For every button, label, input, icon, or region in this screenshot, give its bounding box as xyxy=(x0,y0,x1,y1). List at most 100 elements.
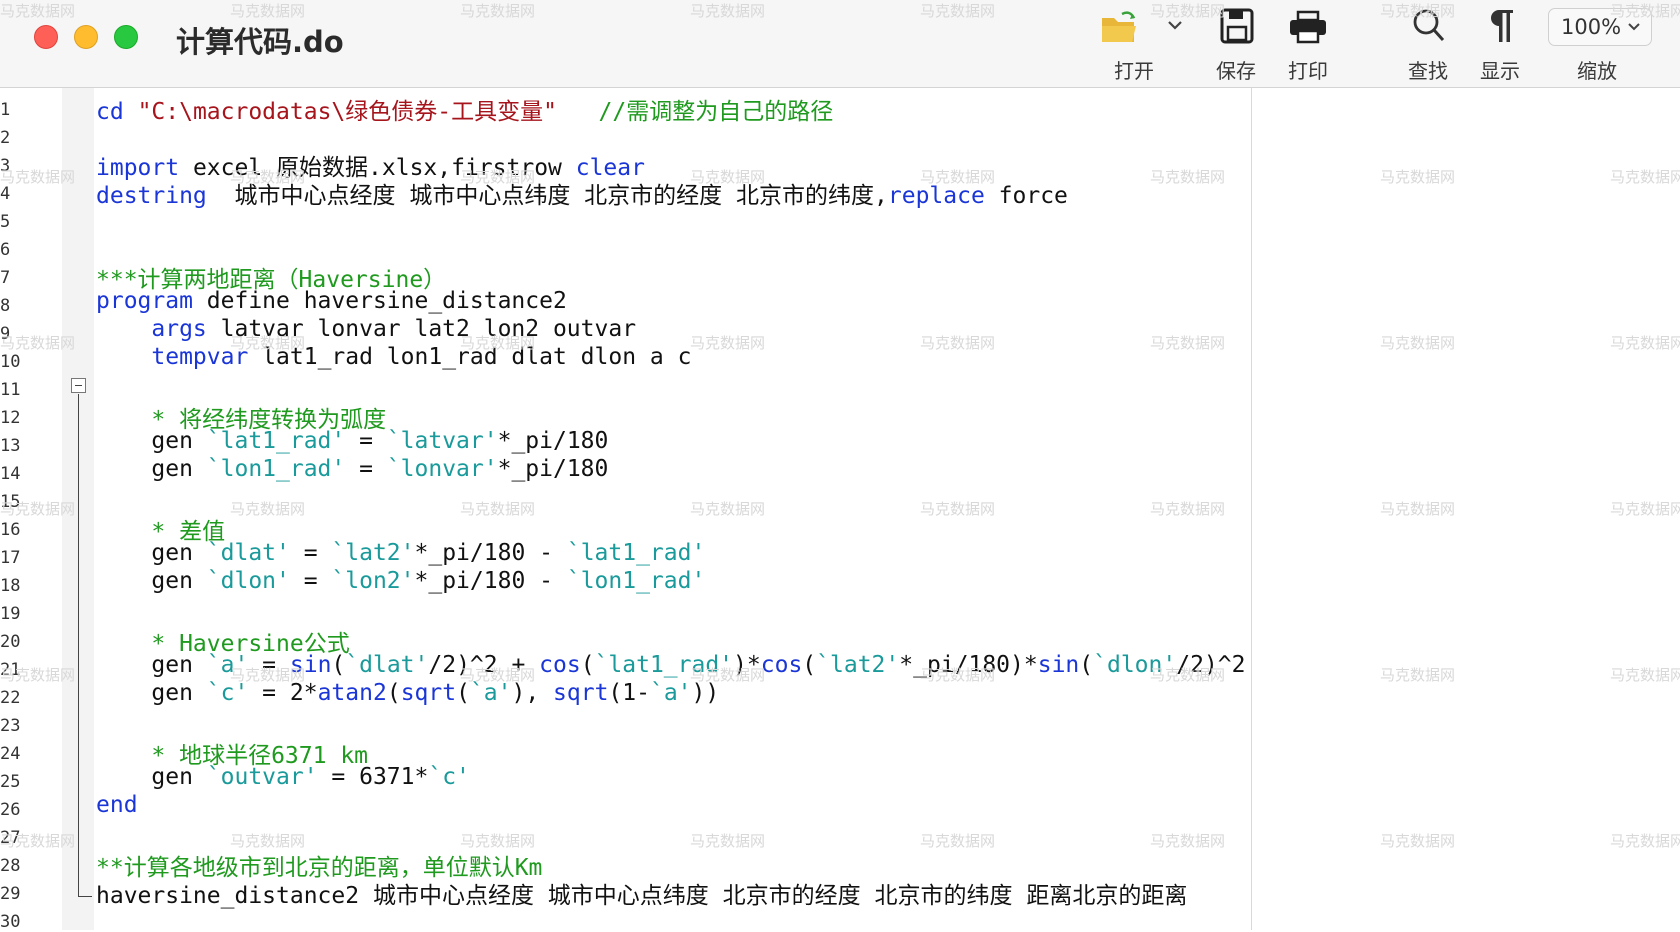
zoom-select[interactable]: 100% xyxy=(1548,8,1652,46)
code-text: )) xyxy=(691,680,720,706)
zoom-window-button[interactable] xyxy=(114,25,138,49)
code-text: ( xyxy=(1079,652,1094,678)
line-number: 9 xyxy=(0,324,11,344)
save-button[interactable]: 保存 xyxy=(1212,0,1262,88)
code-macro: `dlat' xyxy=(206,540,290,566)
code-macro: `latvar' xyxy=(386,428,498,454)
line-number: 6 xyxy=(0,240,11,260)
open-label: 打开 xyxy=(1114,59,1154,83)
fold-toggle-button[interactable] xyxy=(71,378,86,393)
chevron-down-icon xyxy=(1628,23,1640,31)
find-button[interactable]: 查找 xyxy=(1404,0,1454,88)
code-macro: `dlon' xyxy=(206,568,290,594)
code-macro: `dlat' xyxy=(345,652,429,678)
show-button[interactable]: 显示 xyxy=(1476,0,1526,88)
code-text: gen xyxy=(96,652,207,678)
code-text: define haversine_distance2 xyxy=(192,288,567,314)
floppy-disk-icon xyxy=(1220,8,1254,44)
code-text: = xyxy=(345,428,387,454)
line-number: 20 xyxy=(0,632,21,652)
code-text: = xyxy=(345,456,387,482)
code-text: )* xyxy=(733,652,761,678)
folder-open-icon xyxy=(1102,11,1136,42)
line-number: 13 xyxy=(0,436,21,456)
code-text: lat1_rad lon1_rad dlat dlon a c xyxy=(248,344,692,370)
chevron-down-icon[interactable] xyxy=(1166,18,1184,32)
window-toolbar: 计算代码.do 打开 保存 打印 查找 显示 100% 缩放 xyxy=(0,0,1680,88)
code-text: ( xyxy=(802,652,817,678)
code-macro: `lat1_rad' xyxy=(566,540,706,566)
code-text: (1- xyxy=(608,680,650,706)
code-text: ), xyxy=(511,680,554,706)
code-keyword: sin xyxy=(1037,652,1080,678)
code-text: ( xyxy=(386,680,401,706)
line-number: 10 xyxy=(0,352,21,372)
code-text: haversine_distance2 城市中心点经度 城市中心点纬度 北京市的… xyxy=(96,883,1188,909)
document-title: 计算代码.do xyxy=(176,25,344,59)
line-number: 21 xyxy=(0,660,21,680)
print-button[interactable]: 打印 xyxy=(1284,0,1334,88)
line-number: 12 xyxy=(0,408,21,428)
code-line: cd "C:\macrodatas\绿色债券-工具变量" //需调整为自己的路径 xyxy=(96,92,833,126)
fold-range-line xyxy=(78,394,79,897)
code-macro: `lon1_rad' xyxy=(566,568,706,594)
right-margin-guide xyxy=(1251,88,1252,930)
open-button[interactable]: 打开 xyxy=(1096,0,1192,88)
code-text: *_pi/180 - xyxy=(414,568,567,594)
line-number: 18 xyxy=(0,576,21,596)
code-text: *_pi/180 xyxy=(497,456,609,482)
code-text: ( xyxy=(331,652,346,678)
code-line: gen `lat1_rad' = `latvar'*_pi/180 xyxy=(96,428,608,454)
code-line: gen `dlon' = `lon2'*_pi/180 - `lon1_rad' xyxy=(96,568,705,594)
code-macro: `a' xyxy=(206,652,249,678)
line-number: 27 xyxy=(0,828,21,848)
code-macro: `lat2' xyxy=(331,540,415,566)
line-number: 26 xyxy=(0,800,21,820)
line-number: 24 xyxy=(0,744,21,764)
code-keyword: args xyxy=(151,316,207,342)
code-text: force xyxy=(984,183,1068,209)
printer-icon xyxy=(1290,10,1326,44)
show-label: 显示 xyxy=(1480,59,1520,83)
code-keyword: sqrt xyxy=(553,680,609,706)
code-text: = 2* xyxy=(248,680,318,706)
code-keyword: sqrt xyxy=(400,680,457,706)
code-line: program define haversine_distance2 xyxy=(96,288,567,314)
code-macro: `a' xyxy=(649,680,692,706)
code-macro: `a' xyxy=(469,680,512,706)
code-line: tempvar lat1_rad lon1_rad dlat dlon a c xyxy=(96,344,691,370)
line-number: 7 xyxy=(0,268,11,288)
code-keyword: cd xyxy=(96,99,124,125)
code-text: latvar lonvar lat2 lon2 outvar xyxy=(206,316,637,342)
code-editor[interactable]: 1 cd "C:\macrodatas\绿色债券-工具变量" //需调整为自己的路… xyxy=(0,88,1680,932)
line-number: 4 xyxy=(0,184,11,204)
code-keyword: end xyxy=(96,792,138,818)
close-window-button[interactable] xyxy=(34,25,58,49)
code-text: *_pi/180 xyxy=(497,428,609,454)
code-text: gen xyxy=(96,540,207,566)
code-macro: `lat1_rad' xyxy=(206,428,346,454)
code-macro: `c' xyxy=(206,680,249,706)
line-number: 25 xyxy=(0,772,21,792)
line-number: 8 xyxy=(0,296,11,316)
pilcrow-icon xyxy=(1491,10,1513,42)
code-macro: `dlon' xyxy=(1093,652,1177,678)
minimize-window-button[interactable] xyxy=(74,25,98,49)
print-label: 打印 xyxy=(1288,59,1328,83)
line-number: 29 xyxy=(0,884,21,904)
code-keyword: cos xyxy=(539,652,581,678)
code-text: = xyxy=(289,540,332,566)
line-number: 23 xyxy=(0,716,21,736)
zoom-value: 100% xyxy=(1561,15,1622,39)
code-text: gen xyxy=(96,680,207,706)
code-line: gen `a' = sin(`dlat'/2)^2 + cos(`lat1_ra… xyxy=(96,652,1245,678)
code-macro: `lon1_rad' xyxy=(206,456,346,482)
code-macro: `lat1_rad' xyxy=(594,652,734,678)
fold-range-end xyxy=(78,896,92,897)
code-line: haversine_distance2 城市中心点经度 城市中心点纬度 北京市的… xyxy=(96,876,1187,910)
code-string: "C:\macrodatas\绿色债券-工具变量" xyxy=(137,99,557,125)
code-text: *_pi/180)* xyxy=(899,652,1038,678)
code-macro: `outvar' xyxy=(206,764,318,790)
